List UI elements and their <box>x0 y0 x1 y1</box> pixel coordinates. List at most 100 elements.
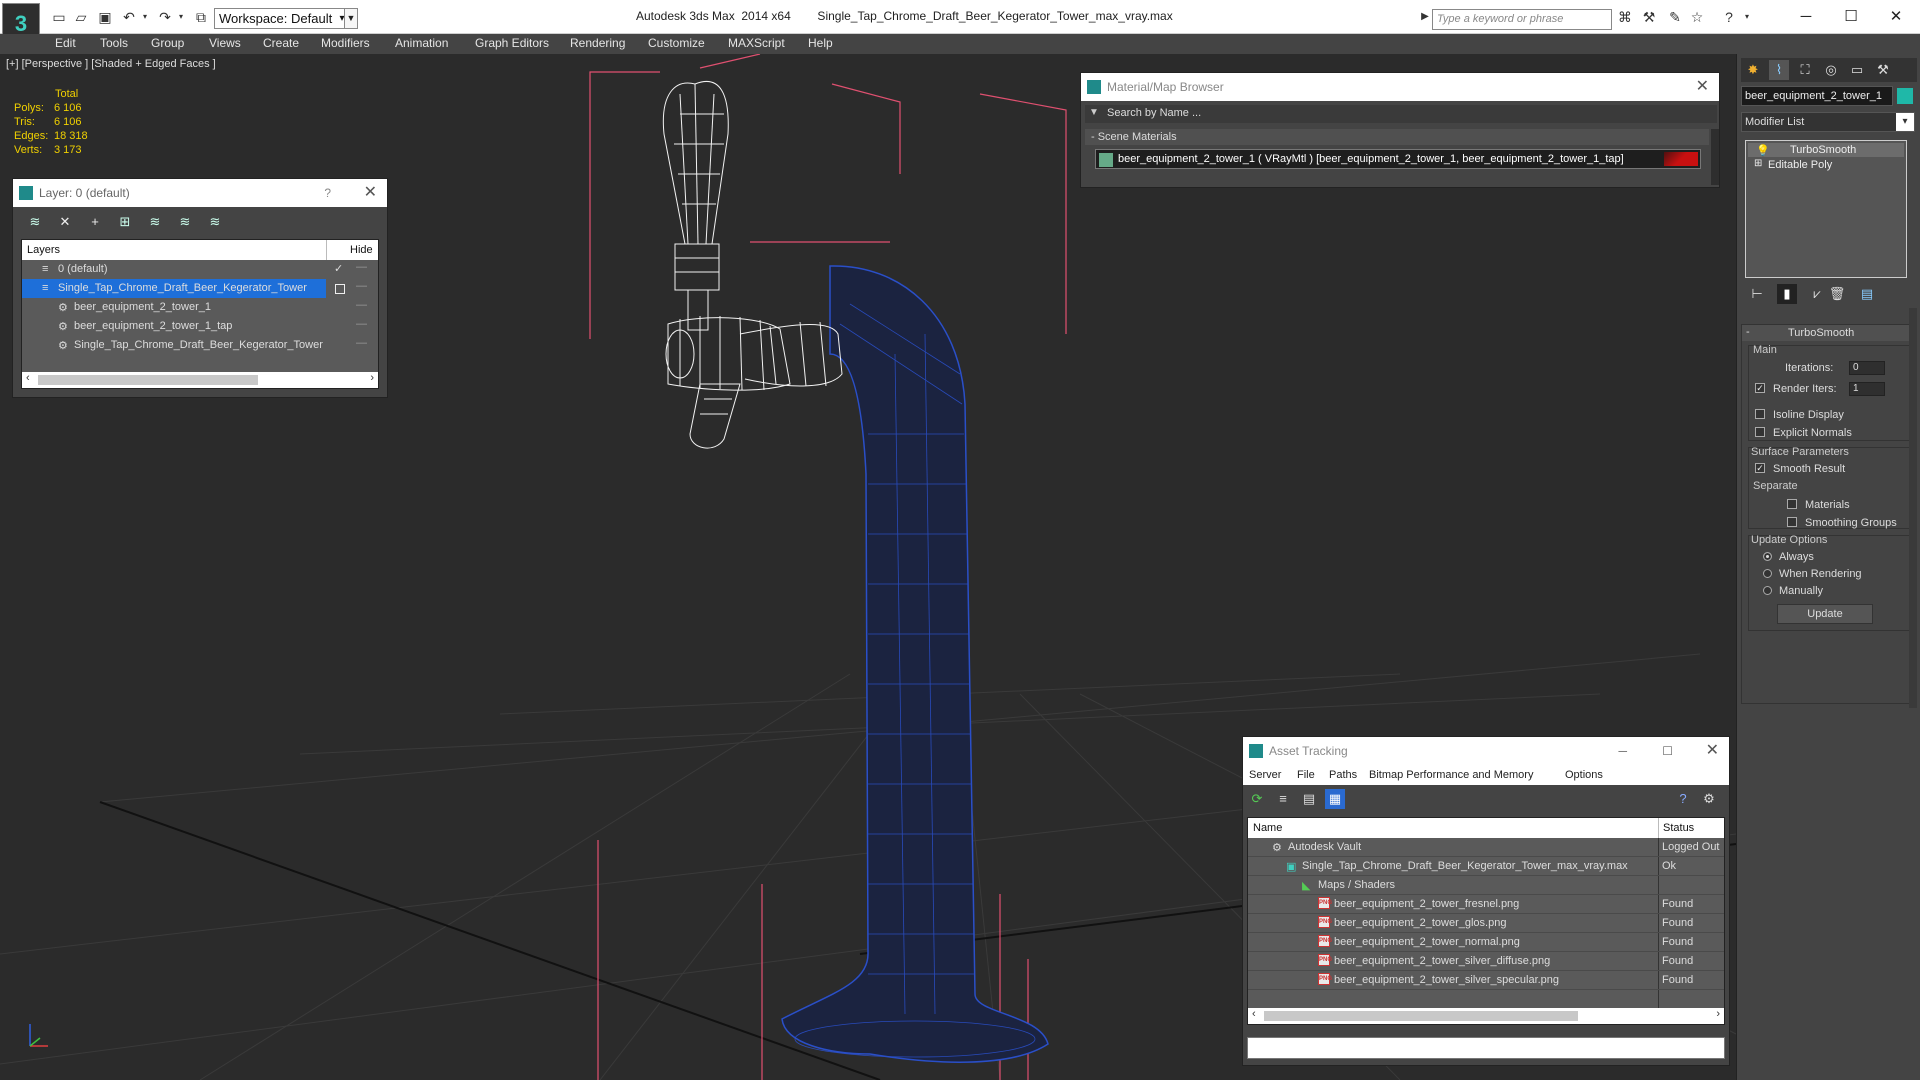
material-browser-title-bar[interactable]: Material/Map Browser ✕ <box>1081 73 1719 101</box>
remove-modifier-icon[interactable]: 🗑 <box>1827 284 1847 304</box>
layer-row[interactable]: ⚙ beer_equipment_2_tower_1_tap — <box>22 317 378 336</box>
separate-materials-checkbox[interactable] <box>1787 498 1803 510</box>
material-search-input[interactable]: Search by Name ... <box>1107 107 1711 119</box>
help-dropdown-icon[interactable]: ▾ <box>1738 9 1756 25</box>
scroll-thumb[interactable] <box>38 375 258 385</box>
show-end-result-icon[interactable]: ▮ <box>1777 284 1797 304</box>
rollout-header[interactable]: - TurboSmooth <box>1742 325 1916 341</box>
modifier-list-dropdown[interactable]: Modifier List ▾ <box>1741 112 1915 132</box>
explicit-normals-checkbox[interactable] <box>1755 426 1771 438</box>
help-icon[interactable]: ? <box>1720 9 1738 25</box>
scroll-right-icon[interactable]: › <box>1716 1008 1720 1020</box>
stack-item-turbosmooth[interactable]: 💡 TurboSmooth <box>1748 143 1904 157</box>
asset-menu-paths[interactable]: Paths <box>1329 769 1357 781</box>
hide-toggle[interactable]: — <box>356 299 367 311</box>
active-layer-check-icon[interactable]: ✓ <box>334 262 343 275</box>
workspace-select[interactable]: Workspace: Default ▾ <box>214 8 352 29</box>
undo-dropdown-icon[interactable]: ▾ <box>136 9 154 25</box>
menu-tools[interactable]: Tools <box>100 36 128 50</box>
subscription-icon[interactable]: ⚒ <box>1640 9 1658 25</box>
scroll-thumb[interactable] <box>1264 1011 1578 1021</box>
viewport-label[interactable]: [+] [Perspective ] [Shaded + Edged Faces… <box>6 58 216 70</box>
minimize-button[interactable]: ─ <box>1783 4 1829 30</box>
asset-row[interactable]: PNG beer_equipment_2_tower_silver_diffus… <box>1248 952 1724 971</box>
configure-sets-icon[interactable]: ▤ <box>1857 284 1877 304</box>
menu-views[interactable]: Views <box>209 36 241 50</box>
scroll-right-icon[interactable]: › <box>370 372 374 384</box>
layer-horizontal-scrollbar[interactable]: ‹ › <box>22 372 378 388</box>
col-hide-header[interactable]: Hide <box>350 244 373 256</box>
layer-row[interactable]: ≡ 0 (default) ✓ — <box>22 260 378 279</box>
update-manually-radio[interactable] <box>1763 584 1778 596</box>
close-button[interactable]: ✕ <box>1873 4 1919 30</box>
create-tab-icon[interactable]: ✸ <box>1743 60 1763 80</box>
scroll-left-icon[interactable]: ‹ <box>26 372 30 384</box>
scroll-left-icon[interactable]: ‹ <box>1252 1008 1256 1020</box>
select-objects-icon[interactable]: ⊞ <box>115 212 135 232</box>
command-panel-scrollbar[interactable] <box>1909 308 1917 708</box>
hierarchy-tab-icon[interactable]: ⛶ <box>1795 60 1815 80</box>
hide-toggle[interactable]: — <box>356 318 367 330</box>
scene-materials-header[interactable]: - Scene Materials <box>1085 129 1709 145</box>
new-file-icon[interactable]: ▭ <box>50 9 68 25</box>
asset-row[interactable]: PNG beer_equipment_2_tower_glos.png Foun… <box>1248 914 1724 933</box>
active-layer-box[interactable] <box>335 284 345 294</box>
asset-menu-bitmap[interactable]: Bitmap Performance and Memory <box>1369 769 1533 781</box>
expand-plus-icon[interactable]: ⊞ <box>1754 158 1762 169</box>
smooth-result-checkbox[interactable]: ✓ <box>1755 462 1771 474</box>
asset-row[interactable]: PNG beer_equipment_2_tower_silver_specul… <box>1248 971 1724 990</box>
communication-icon[interactable]: ✎ <box>1666 9 1684 25</box>
object-name-input[interactable]: beer_equipment_2_tower_1 <box>1741 86 1893 106</box>
tower-mesh[interactable] <box>781 265 1049 1063</box>
make-unique-icon[interactable]: ⩗ <box>1807 284 1827 304</box>
asset-row[interactable]: ▣ Single_Tap_Chrome_Draft_Beer_Kegerator… <box>1248 857 1724 876</box>
hide-all-icon[interactable]: ≋ <box>175 212 195 232</box>
new-layer-icon[interactable]: ≋ <box>25 212 45 232</box>
freeze-all-icon[interactable]: ≋ <box>205 212 225 232</box>
add-to-layer-icon[interactable]: + <box>85 212 105 232</box>
project-folder-icon[interactable]: ⧉ <box>192 9 210 25</box>
display-tab-icon[interactable]: ▭ <box>1847 60 1867 80</box>
thumbnail-view-icon[interactable]: ▤ <box>1299 789 1319 809</box>
update-when-rendering-radio[interactable] <box>1763 567 1778 579</box>
utilities-tab-icon[interactable]: ⚒ <box>1873 60 1893 80</box>
col-name-header[interactable]: Name <box>1253 822 1282 834</box>
maximize-button[interactable]: ☐ <box>1828 4 1874 30</box>
separate-smoothing-checkbox[interactable] <box>1787 516 1803 528</box>
render-iters-checkbox[interactable]: ✓ <box>1755 382 1771 394</box>
menu-group[interactable]: Group <box>151 36 184 50</box>
update-always-radio[interactable] <box>1763 550 1778 562</box>
col-status-header[interactable]: Status <box>1663 822 1694 834</box>
layer-row[interactable]: ⚙ Single_Tap_Chrome_Draft_Beer_Kegerator… <box>22 336 378 355</box>
redo-dropdown-icon[interactable]: ▾ <box>172 9 190 25</box>
modify-tab-icon[interactable]: ⌇ <box>1769 60 1789 80</box>
asset-menu-file[interactable]: File <box>1297 769 1315 781</box>
lightbulb-icon[interactable]: 💡 <box>1756 144 1770 157</box>
motion-tab-icon[interactable]: ◎ <box>1821 60 1841 80</box>
menu-rendering[interactable]: Rendering <box>570 36 625 50</box>
asset-tracking-title-bar[interactable]: Asset Tracking ─ ☐ ✕ <box>1243 737 1729 765</box>
list-view-icon[interactable]: ≡ <box>1273 789 1293 809</box>
material-vertical-scrollbar[interactable] <box>1711 129 1719 185</box>
render-iters-spinner[interactable]: 1 <box>1849 381 1885 396</box>
stack-item-editable-poly[interactable]: ⊞ Editable Poly <box>1748 158 1904 172</box>
asset-path-field[interactable] <box>1247 1037 1725 1059</box>
options-menu-icon[interactable]: ▼ <box>1089 107 1099 118</box>
menu-customize[interactable]: Customize <box>648 36 705 50</box>
asset-menu-options[interactable]: Options <box>1565 769 1603 781</box>
layer-help-button[interactable]: ? <box>324 179 331 207</box>
menu-maxscript[interactable]: MAXScript <box>728 36 785 50</box>
help-icon[interactable]: ? <box>1673 789 1693 809</box>
isoline-checkbox[interactable] <box>1755 408 1771 420</box>
asset-row[interactable]: ⚙ Autodesk Vault Logged Out <box>1248 838 1724 857</box>
menu-animation[interactable]: Animation <box>395 36 448 50</box>
menu-edit[interactable]: Edit <box>55 36 76 50</box>
table-view-icon[interactable]: ▦ <box>1325 789 1345 809</box>
menu-help[interactable]: Help <box>808 36 833 50</box>
open-file-icon[interactable]: ▱ <box>72 9 90 25</box>
asset-close-icon[interactable]: ✕ <box>1706 737 1719 765</box>
workspace-menu-button[interactable]: ▼ <box>344 8 358 29</box>
highlight-layer-icon[interactable]: ≋ <box>145 212 165 232</box>
asset-menu-server[interactable]: Server <box>1249 769 1281 781</box>
object-color-swatch[interactable] <box>1897 88 1913 104</box>
